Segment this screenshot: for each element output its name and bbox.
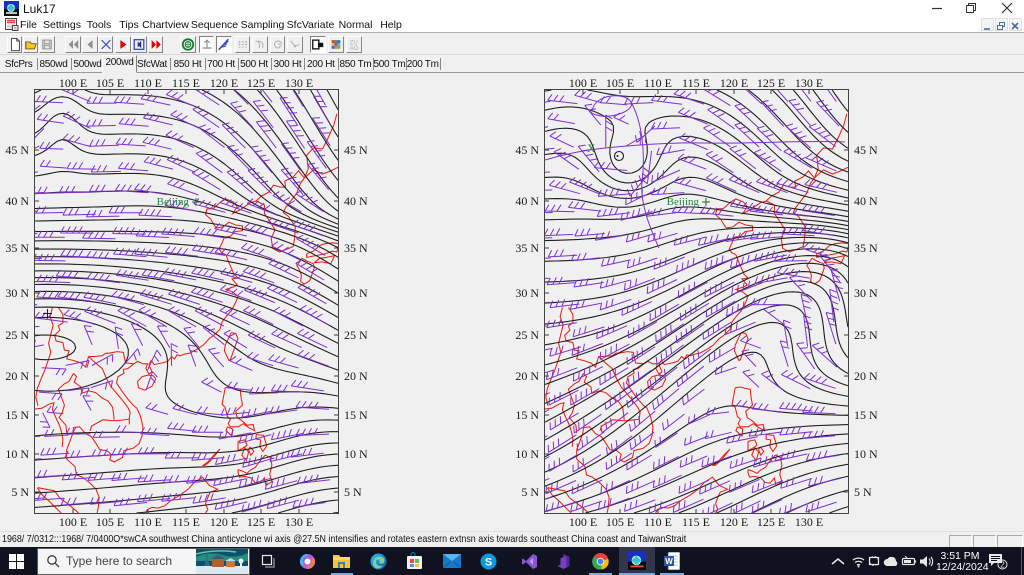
svg-text:10 N: 10 N [344, 447, 368, 461]
svg-text:120 E: 120 E [720, 515, 748, 529]
svg-text:35 N: 35 N [344, 241, 368, 255]
svg-text:25 N: 25 N [854, 328, 878, 342]
svg-text:X: X [587, 141, 596, 155]
svg-text:35 N: 35 N [515, 241, 539, 255]
svg-text:35 N: 35 N [854, 241, 878, 255]
svg-text:125 E: 125 E [757, 515, 785, 529]
svg-text:25 N: 25 N [515, 328, 539, 342]
svg-text:5 N: 5 N [854, 485, 872, 499]
svg-text:110 E: 110 E [644, 515, 672, 529]
svg-text:10 N: 10 N [5, 447, 29, 461]
svg-text:5 N: 5 N [11, 485, 29, 499]
svg-text:15 N: 15 N [515, 408, 539, 422]
svg-text:30 N: 30 N [344, 286, 368, 300]
svg-text:110 E: 110 E [644, 76, 672, 90]
svg-text:20 N: 20 N [515, 369, 539, 383]
svg-text:30 N: 30 N [854, 286, 878, 300]
svg-text:40 N: 40 N [344, 194, 368, 208]
svg-text:35 N: 35 N [5, 241, 29, 255]
svg-text:105 E: 105 E [96, 76, 124, 90]
svg-text:100 E: 100 E [59, 515, 87, 529]
svg-text:100 E: 100 E [569, 515, 597, 529]
svg-text:S: S [485, 557, 492, 569]
svg-text:110 E: 110 E [134, 515, 162, 529]
svg-text:45 N: 45 N [344, 143, 368, 157]
svg-text:110 E: 110 E [134, 76, 162, 90]
svg-text:125 E: 125 E [247, 515, 275, 529]
svg-text:40 N: 40 N [854, 194, 878, 208]
svg-text:125 E: 125 E [247, 76, 275, 90]
svg-text:130 E: 130 E [285, 76, 313, 90]
svg-text:130 E: 130 E [285, 515, 313, 529]
svg-text:115 E: 115 E [172, 515, 200, 529]
svg-text:20 N: 20 N [854, 369, 878, 383]
svg-text:5 N: 5 N [344, 485, 362, 499]
svg-text:105 E: 105 E [606, 76, 634, 90]
svg-text:30 N: 30 N [5, 286, 29, 300]
svg-text:105 E: 105 E [606, 515, 634, 529]
svg-text:2: 2 [1000, 561, 1005, 570]
svg-text:45 N: 45 N [5, 143, 29, 157]
svg-text:30 N: 30 N [515, 286, 539, 300]
svg-text:20 N: 20 N [5, 369, 29, 383]
svg-text:125 E: 125 E [757, 76, 785, 90]
svg-text:15 N: 15 N [854, 408, 878, 422]
svg-text:40 N: 40 N [515, 194, 539, 208]
svg-text:Beijing: Beijing [157, 196, 190, 208]
svg-text:100 E: 100 E [569, 76, 597, 90]
svg-text:115 E: 115 E [682, 76, 710, 90]
svg-text:130 E: 130 E [795, 76, 823, 90]
svg-text:20 N: 20 N [344, 369, 368, 383]
svg-text:Beijing: Beijing [667, 196, 700, 208]
svg-text:120 E: 120 E [720, 76, 748, 90]
svg-text:10 N: 10 N [854, 447, 878, 461]
svg-text:W: W [665, 557, 673, 566]
svg-text:115 E: 115 E [172, 76, 200, 90]
svg-text:100 E: 100 E [59, 76, 87, 90]
svg-text:25 N: 25 N [344, 328, 368, 342]
svg-text:15 N: 15 N [5, 408, 29, 422]
svg-text:120 E: 120 E [210, 76, 238, 90]
svg-text:105 E: 105 E [96, 515, 124, 529]
svg-text:45 N: 45 N [515, 143, 539, 157]
svg-text:115 E: 115 E [682, 515, 710, 529]
svg-text:130 E: 130 E [795, 515, 823, 529]
svg-text:5 N: 5 N [521, 485, 539, 499]
svg-text:120 E: 120 E [210, 515, 238, 529]
svg-text:40 N: 40 N [5, 194, 29, 208]
svg-text:15 N: 15 N [344, 408, 368, 422]
svg-text:25 N: 25 N [5, 328, 29, 342]
svg-text:45 N: 45 N [854, 143, 878, 157]
svg-text:10 N: 10 N [515, 447, 539, 461]
